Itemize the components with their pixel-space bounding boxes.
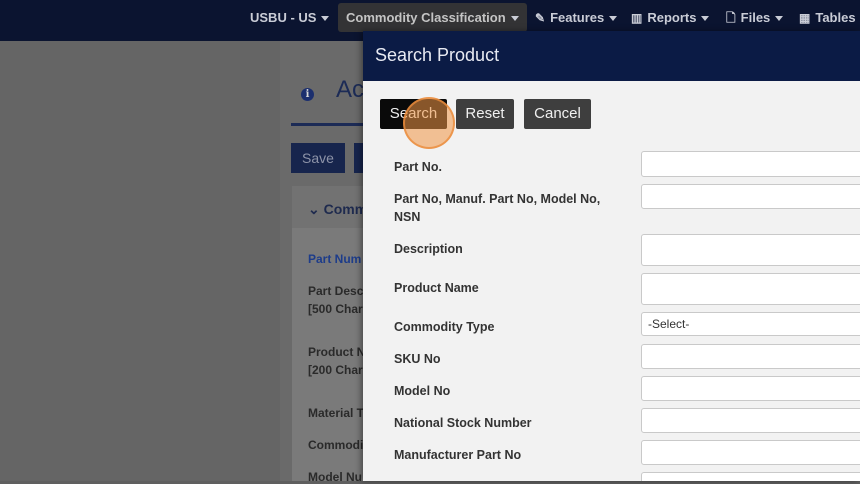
click-indicator [403, 97, 455, 149]
chevron-down-icon [321, 16, 330, 22]
product-name-input[interactable] [641, 273, 860, 305]
manufacturer-part-no-label: Manufacturer Part No [394, 448, 522, 462]
next-field-input[interactable] [641, 472, 860, 481]
info-icon: i [301, 88, 314, 101]
multi-part-input[interactable] [641, 184, 860, 209]
sku-no-label: SKU No [394, 352, 441, 366]
page-title: Ac [336, 76, 365, 103]
commodity-type-label: Commodity Type [394, 320, 495, 334]
reset-button[interactable]: Reset [456, 99, 514, 129]
bg-label: Part Num [308, 252, 362, 266]
nav-tables[interactable]: ▦ Tables [799, 0, 856, 35]
part-no-label: Part No. [394, 160, 442, 174]
left-pane [0, 41, 280, 481]
chevron-down-icon [701, 16, 710, 22]
chevron-down-icon: ⌄ [308, 201, 324, 217]
nav-commodity-classification[interactable]: Commodity Classification [338, 3, 527, 32]
nsn-label: National Stock Number [394, 416, 532, 430]
save-button[interactable]: Save [291, 143, 345, 173]
nav-files[interactable]: 🗋 Files [726, 0, 784, 35]
multi-part-label: Part No, Manuf. Part No, Model No, NSN [394, 192, 601, 224]
bg-label: Product N [308, 345, 366, 359]
manufacturer-part-no-input[interactable] [641, 440, 860, 465]
bg-label: Part Desc [308, 284, 364, 298]
description-label: Description [394, 242, 463, 256]
modal-header: Search Product [363, 31, 860, 81]
bg-label: Material T [308, 406, 365, 420]
model-no-input[interactable] [641, 376, 860, 401]
title-underline [291, 123, 366, 126]
commodity-type-select[interactable]: -Select- [641, 312, 860, 336]
chevron-down-icon [510, 16, 519, 22]
nav-business-unit[interactable]: USBU - US [250, 0, 330, 35]
product-name-label: Product Name [394, 281, 479, 295]
bg-label: Commodi [308, 438, 364, 452]
nav-features[interactable]: ✎ Features [535, 0, 618, 35]
chevron-down-icon [609, 16, 618, 22]
modal-title: Search Product [375, 45, 500, 65]
bg-label: [500 Char [308, 302, 363, 316]
form-panel [292, 186, 366, 481]
model-no-label: Model No [394, 384, 451, 398]
chevron-down-icon [775, 16, 784, 22]
description-input[interactable] [641, 234, 860, 266]
nsn-input[interactable] [641, 408, 860, 433]
sku-no-input[interactable] [641, 344, 860, 369]
nav-reports[interactable]: ▥ Reports [631, 0, 710, 35]
bg-label: Model Nu [308, 470, 362, 484]
part-no-input[interactable] [641, 151, 860, 177]
cancel-button[interactable]: Cancel [524, 99, 591, 129]
bg-label: [200 Char [308, 363, 363, 377]
panel-heading-text: ⌄ Comm [308, 201, 368, 217]
